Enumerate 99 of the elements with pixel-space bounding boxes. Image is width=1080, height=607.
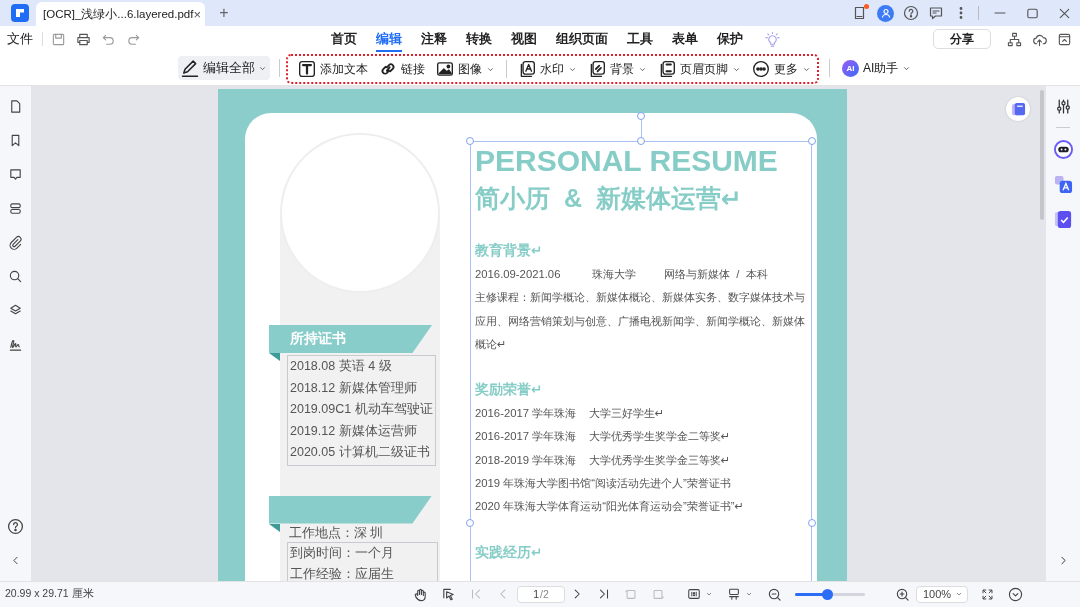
more-icon	[752, 60, 770, 78]
page-icon[interactable]	[8, 99, 23, 114]
page-size-label: 20.99 x 29.71 厘米	[5, 587, 95, 601]
toolbar-button[interactable]: 更多	[752, 60, 811, 78]
resume-text: 2019 年珠海大学图书馆“阅读活动先进个人”荣誉证书	[475, 476, 732, 492]
caret-icon[interactable]	[745, 590, 753, 598]
certificate-item: 2018.12 新媒体管理师	[290, 379, 418, 397]
intention-item: 工作地点：深 圳	[289, 524, 384, 542]
account-avatar[interactable]	[877, 4, 894, 22]
zoom-in-icon[interactable]	[895, 586, 910, 602]
image-icon	[436, 60, 454, 78]
hand-tool-icon[interactable]	[413, 586, 428, 602]
comment-icon[interactable]	[8, 167, 23, 182]
search-icon[interactable]	[8, 269, 23, 284]
print-icon[interactable]	[76, 31, 91, 47]
page-layout-icon[interactable]	[727, 587, 741, 601]
resume-subtitle: 简小历 & 新媒体运营↵	[475, 183, 743, 214]
list-icon[interactable]	[8, 201, 23, 216]
actual-size-icon[interactable]	[687, 587, 701, 601]
help-icon[interactable]	[7, 518, 24, 535]
notification-icon[interactable]	[852, 5, 868, 21]
checklist-icon[interactable]	[1053, 210, 1073, 229]
ai-badge: AI	[842, 59, 859, 77]
tab-close-button[interactable]: ×	[193, 6, 201, 22]
pen-icon	[180, 58, 200, 78]
toolbar-button[interactable]: 图像	[436, 60, 495, 78]
toolbar-button[interactable]: 背景	[588, 60, 647, 78]
toolbar-button[interactable]: 添加文本	[298, 60, 368, 78]
zoom-out-icon[interactable]	[767, 586, 782, 602]
certificate-item: 2019.12 新媒体运营师	[290, 422, 418, 440]
resize-handle[interactable]	[808, 137, 816, 145]
toolbar-button[interactable]: 水印	[518, 60, 577, 78]
zoom-dropdown[interactable]: 100%	[916, 585, 968, 603]
translate-icon[interactable]	[1053, 175, 1073, 194]
collapse-panel-icon[interactable]	[1057, 31, 1072, 47]
menu-tab[interactable]: 首页	[331, 26, 357, 52]
ribbon-heading: 所持证书	[290, 330, 346, 348]
certificate-item: 2020.05 计算机二级证书	[290, 444, 431, 461]
section-heading: 实践经历↵	[475, 543, 544, 562]
certificate-item: 2019.09C1 机动车驾驶证	[290, 401, 433, 418]
ribbon-fold	[269, 523, 280, 532]
paperclip-icon[interactable]	[8, 235, 23, 250]
watermark-icon	[518, 60, 536, 78]
fullscreen-icon[interactable]	[981, 587, 994, 601]
resize-handle[interactable]	[637, 137, 645, 145]
resize-handle[interactable]	[637, 112, 645, 120]
note-icon	[1010, 101, 1026, 117]
menu-tab[interactable]: 转换	[466, 26, 492, 52]
sitemap-icon[interactable]	[1007, 31, 1022, 47]
resize-handle[interactable]	[808, 519, 816, 527]
select-tool-icon[interactable]	[441, 586, 456, 602]
document-tab[interactable]: [OCR]_浅绿小...6.layered.pdf×	[36, 2, 205, 26]
resize-handle[interactable]	[466, 137, 474, 145]
resume-text: 2020 年珠海大学体育运动“阳光体育运动会”荣誉证书”↵	[475, 499, 746, 515]
ribbon-fold	[269, 353, 280, 361]
menu-tab[interactable]: 工具	[627, 26, 653, 52]
menu-tab[interactable]: 视图	[511, 26, 537, 52]
section-heading: 奖励荣誉↵	[475, 381, 544, 400]
menu-tab[interactable]: 组织页面	[556, 26, 608, 52]
resume-title: PERSONAL RESUME	[475, 143, 779, 179]
share-button[interactable]: 分享	[933, 29, 991, 49]
link-icon	[379, 60, 397, 78]
caret-icon[interactable]	[705, 590, 713, 598]
page-number-field[interactable]: 1/2	[517, 585, 565, 603]
resume-text: 2016-2017 学年珠海 大学优秀学生奖学金二等奖↵	[475, 429, 732, 445]
header-footer-icon	[658, 60, 676, 78]
help-icon[interactable]	[903, 5, 919, 21]
toolbar-button[interactable]: 页眉页脚	[658, 60, 741, 78]
app-logo	[11, 4, 29, 22]
zoom-slider-thumb[interactable]	[821, 588, 833, 600]
resume-text: 2016-2017 学年珠海 大学三好学生↵	[475, 406, 666, 422]
text-box-icon	[298, 60, 316, 78]
menu-tab[interactable]: 表单	[672, 26, 698, 52]
menu-tab[interactable]: 编辑	[376, 26, 402, 52]
signature-icon[interactable]	[8, 337, 23, 352]
background-icon	[588, 60, 606, 78]
resume-text: 主修课程：新闻学概论、新媒体概论、新媒体实务、数字媒体技术与应用、网络营销策划与创意、广播电视新闻学、新闻学概论、新媒体概论↵	[475, 290, 806, 352]
resume-text: 2016.09-2021.06 珠海大学 网络与新媒体 / 本科	[475, 267, 769, 282]
adjust-icon[interactable]	[1054, 98, 1072, 115]
resize-handle[interactable]	[466, 519, 474, 527]
save-icon[interactable]	[51, 31, 66, 47]
menu-tab[interactable]: 注释	[421, 26, 447, 52]
robot-icon[interactable]	[1053, 140, 1073, 159]
intention-item: 工作经验：应届生	[290, 566, 395, 581]
last-page-icon[interactable]	[597, 587, 611, 601]
caret-icon	[955, 590, 963, 598]
resume-text: 2018-2019 学年珠海 大学优秀学生奖学金三等奖↵	[475, 452, 732, 468]
floating-note-button[interactable]	[1006, 97, 1030, 121]
menu-tab[interactable]: 保护	[717, 26, 743, 52]
edit-all-button[interactable]: 编辑全部	[178, 56, 270, 80]
feedback-icon[interactable]	[928, 5, 944, 21]
file-menu[interactable]: 文件	[7, 30, 33, 48]
intention-item: 到岗时间：一个月	[290, 544, 395, 562]
ai-assistant-button[interactable]: AI AI助手	[842, 59, 912, 77]
new-tab-button[interactable]: +	[216, 3, 232, 23]
section-heading: 教育背景↵	[475, 241, 544, 260]
certificate-item: 2018.08 英语 4 级	[290, 358, 393, 375]
collapse-status-icon[interactable]	[1008, 586, 1023, 602]
toolbar-button[interactable]: 链接	[379, 60, 425, 78]
